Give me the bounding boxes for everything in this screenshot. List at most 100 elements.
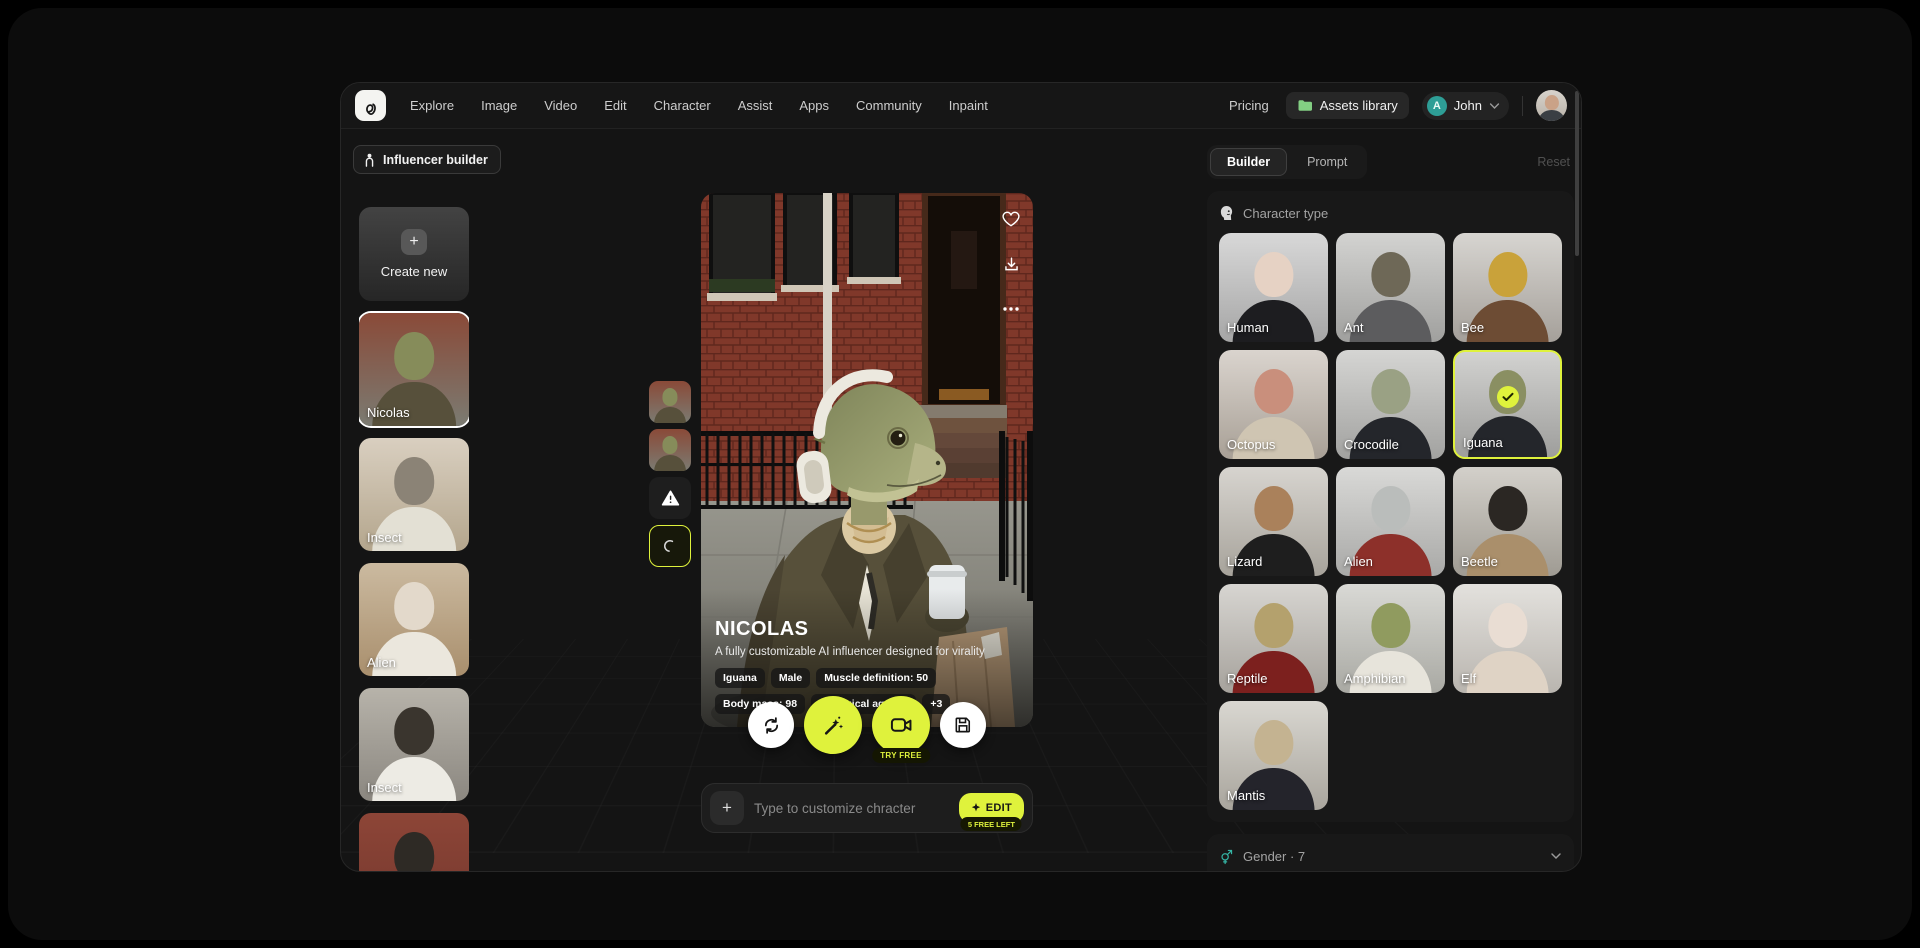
tab-prompt[interactable]: Prompt (1290, 148, 1364, 176)
gender-card: Gender · 7 Female Male Trans man (1207, 834, 1574, 872)
logo-scribble-icon (361, 96, 381, 116)
save-icon (953, 715, 973, 735)
hero-actions: TRY FREE (701, 696, 1033, 754)
nav-item-explore[interactable]: Explore (410, 98, 454, 113)
tabs-pill: Builder Prompt (1207, 145, 1367, 179)
attach-button[interactable]: + (710, 791, 744, 825)
nav-item-assist[interactable]: Assist (738, 98, 773, 113)
user-name: John (1454, 98, 1482, 113)
type-card-label: Beetle (1461, 554, 1498, 569)
sidebar-item-insect-3[interactable]: Insect (359, 813, 469, 871)
download-icon[interactable] (1000, 253, 1022, 275)
customize-composer: + EDIT 5 FREE LEFT (701, 783, 1033, 833)
builder-panel: Builder Prompt Reset Character type Huma… (1207, 145, 1574, 871)
sidebar-item-label: Nicolas (367, 405, 410, 420)
type-card-elf[interactable]: Elf (1453, 584, 1562, 693)
video-button[interactable]: TRY FREE (872, 696, 930, 754)
hero-icon-stack (1000, 208, 1022, 320)
video-camera-icon (889, 713, 914, 738)
sidebar-item-insect-1[interactable]: Insect (359, 438, 469, 551)
tag-muscle: Muscle definition: 50 (816, 668, 936, 688)
type-card-alien[interactable]: Alien (1336, 467, 1445, 576)
plus-icon: + (401, 229, 427, 255)
more-options-icon[interactable] (1000, 298, 1022, 320)
favorite-icon[interactable] (1000, 208, 1022, 230)
sidebar-item-alien[interactable]: Alien (359, 563, 469, 676)
type-card-human[interactable]: Human (1219, 233, 1328, 342)
spinner-icon (661, 537, 679, 555)
type-card-bee[interactable]: Bee (1453, 233, 1562, 342)
credits-left-badge: 5 FREE LEFT (961, 817, 1022, 831)
magic-edit-button[interactable] (804, 696, 862, 754)
influencer-builder-label: Influencer builder (383, 153, 488, 167)
desktop-background: Explore Image Video Edit Character Assis… (8, 8, 1912, 940)
type-card-reptile[interactable]: Reptile (1219, 584, 1328, 693)
type-card-label: Iguana (1463, 435, 1503, 450)
collapse-section-icon[interactable] (1550, 852, 1562, 860)
character-type-header: Character type (1219, 203, 1562, 223)
app-logo[interactable] (355, 90, 386, 121)
tab-builder[interactable]: Builder (1210, 148, 1287, 176)
type-card-label: Amphibian (1344, 671, 1405, 686)
gender-title: Gender · 7 (1243, 849, 1305, 864)
customize-input[interactable] (754, 801, 949, 816)
wand-icon (821, 713, 846, 738)
sidebar-item-insect-2[interactable]: Insect (359, 688, 469, 801)
type-card-lizard[interactable]: Lizard (1219, 467, 1328, 576)
create-new-label: Create new (381, 264, 447, 279)
variation-thumb-1[interactable] (649, 381, 691, 423)
sparkle-icon (971, 803, 981, 813)
regenerate-button[interactable] (748, 702, 794, 748)
assets-library-button[interactable]: Assets library (1286, 92, 1409, 119)
panel-tabs: Builder Prompt Reset (1207, 145, 1574, 179)
type-card-ant[interactable]: Ant (1336, 233, 1445, 342)
sidebar-item-label: Insect (367, 780, 402, 795)
warning-icon (661, 489, 680, 507)
sidebar-item-label: Alien (367, 655, 396, 670)
nav-item-edit[interactable]: Edit (604, 98, 626, 113)
nav-item-inpaint[interactable]: Inpaint (949, 98, 988, 113)
app-window: Explore Image Video Edit Character Assis… (340, 82, 1582, 872)
nav-item-apps[interactable]: Apps (799, 98, 829, 113)
type-card-mantis[interactable]: Mantis (1219, 701, 1328, 810)
edit-button-wrap: EDIT 5 FREE LEFT (959, 793, 1024, 823)
character-type-card: Character type Human Ant Bee Octopus Cro… (1207, 191, 1574, 822)
tag-gender: Male (771, 668, 810, 688)
variation-thumb-2[interactable] (649, 429, 691, 471)
type-card-label: Lizard (1227, 554, 1262, 569)
user-avatar[interactable] (1536, 90, 1567, 121)
type-card-label: Alien (1344, 554, 1373, 569)
user-menu[interactable]: A John (1422, 92, 1509, 120)
nav-item-video[interactable]: Video (544, 98, 577, 113)
type-card-beetle[interactable]: Beetle (1453, 467, 1562, 576)
type-card-crocodile[interactable]: Crocodile (1336, 350, 1445, 459)
type-card-octopus[interactable]: Octopus (1219, 350, 1328, 459)
pricing-link[interactable]: Pricing (1229, 98, 1269, 113)
warning-button[interactable] (649, 477, 691, 519)
gender-icon (1219, 848, 1234, 865)
nav-item-community[interactable]: Community (856, 98, 922, 113)
try-free-badge: TRY FREE (872, 748, 930, 763)
variation-stack (649, 381, 691, 567)
type-card-amphibian[interactable]: Amphibian (1336, 584, 1445, 693)
type-card-label: Human (1227, 320, 1269, 335)
save-button[interactable] (940, 702, 986, 748)
character-sidebar: + Create new Nicolas Insect Alien Insect… (359, 207, 469, 871)
window-scrollbar[interactable] (1575, 91, 1579, 256)
generating-button[interactable] (649, 525, 691, 567)
type-card-iguana[interactable]: Iguana (1453, 350, 1562, 459)
influencer-builder-badge[interactable]: Influencer builder (353, 145, 501, 174)
create-new-button[interactable]: + Create new (359, 207, 469, 301)
sidebar-item-label: Insect (367, 530, 402, 545)
character-head-icon (1219, 205, 1234, 221)
nav-divider (1522, 96, 1523, 116)
character-name: NICOLAS (715, 618, 1019, 641)
type-card-label: Ant (1344, 320, 1364, 335)
nav-item-image[interactable]: Image (481, 98, 517, 113)
sidebar-item-nicolas[interactable]: Nicolas (359, 313, 469, 426)
gender-header: Gender · 7 (1219, 846, 1562, 866)
refresh-icon (761, 715, 782, 736)
reset-button[interactable]: Reset (1537, 155, 1574, 169)
nav-item-character[interactable]: Character (654, 98, 711, 113)
assets-library-label: Assets library (1320, 98, 1398, 113)
